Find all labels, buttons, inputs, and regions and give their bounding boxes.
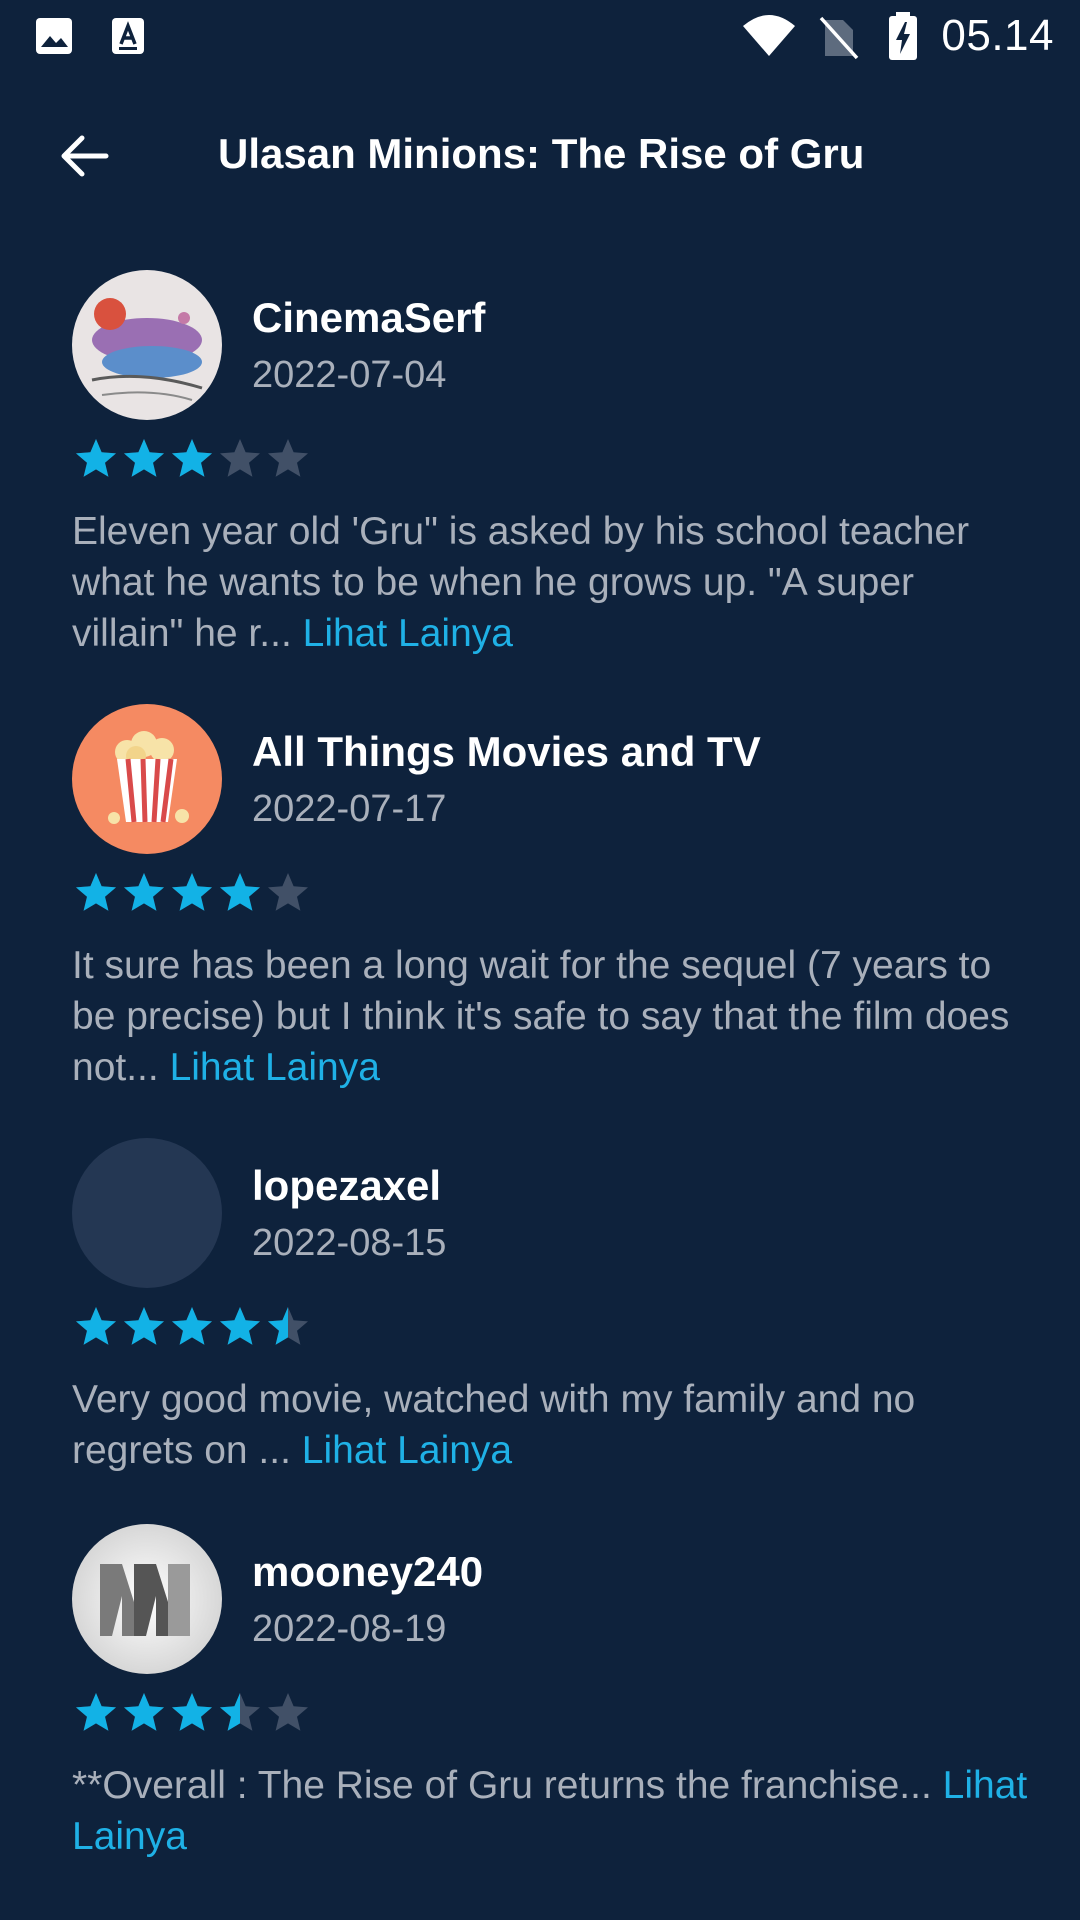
star-filled-icon: [220, 873, 260, 911]
review-date: 2022-07-04: [252, 354, 447, 396]
status-time: 05.14: [941, 11, 1054, 60]
star-filled-icon: [124, 873, 164, 911]
read-more-link[interactable]: Lihat Lainya: [302, 1429, 512, 1472]
rating-stars: [72, 870, 312, 914]
review-date: 2022-07-17: [252, 788, 447, 830]
star-filled-icon: [76, 1307, 116, 1345]
review-text: Very good movie, watched with my family …: [72, 1374, 1032, 1476]
mm-logo-avatar: [72, 1524, 222, 1674]
star-filled-icon: [124, 439, 164, 477]
star-empty-icon: [268, 873, 308, 911]
star-empty-icon: [268, 439, 308, 477]
star-half-icon: [220, 1693, 260, 1731]
image-icon: [36, 18, 72, 54]
review-date: 2022-08-19: [252, 1608, 447, 1650]
status-left-icons: [34, 16, 146, 56]
review-text: Eleven year old 'Gru" is asked by his sc…: [72, 506, 1032, 659]
star-filled-icon: [124, 1307, 164, 1345]
star-empty-icon: [268, 1693, 308, 1731]
star-filled-icon: [76, 1693, 116, 1731]
read-more-link[interactable]: Lihat Lainya: [303, 612, 513, 655]
star-filled-icon: [172, 1307, 212, 1345]
review-item: CinemaSerf 2022-07-04 Eleven year old 'G…: [72, 270, 1032, 670]
star-filled-icon: [172, 1693, 212, 1731]
painting-avatar: [72, 270, 222, 420]
status-right-icons: 05.14: [741, 10, 1054, 62]
star-filled-icon: [172, 873, 212, 911]
author-name: All Things Movies and TV: [252, 728, 761, 775]
review-item: All Things Movies and TV 2022-07-17 It s…: [72, 704, 1032, 1104]
review-text: **Overall : The Rise of Gru returns the …: [72, 1760, 1032, 1862]
review-text: It sure has been a long wait for the seq…: [72, 940, 1032, 1093]
arrow-left-icon: [61, 135, 109, 177]
star-half-icon: [268, 1307, 308, 1345]
review-body: Eleven year old 'Gru" is asked by his sc…: [72, 510, 970, 655]
author-name: mooney240: [252, 1548, 484, 1595]
back-button[interactable]: [48, 124, 120, 188]
text-a-icon: [112, 18, 144, 54]
no-sim-icon: [820, 16, 859, 60]
star-filled-icon: [124, 1693, 164, 1731]
review-item: lopezaxel 2022-08-15 Very good movie, wa…: [72, 1138, 1032, 1498]
star-filled-icon: [172, 439, 212, 477]
author-name: lopezaxel: [252, 1162, 442, 1209]
read-more-link[interactable]: Lihat Lainya: [170, 1046, 380, 1089]
review-body: **Overall : The Rise of Gru returns the …: [72, 1764, 932, 1807]
status-bar: 05.14: [0, 0, 1080, 72]
author-name: CinemaSerf: [252, 294, 486, 341]
star-empty-icon: [220, 439, 260, 477]
review-item: mooney240 2022-08-19 **Overall : The Ris…: [72, 1524, 1032, 1884]
review-date: 2022-08-15: [252, 1222, 447, 1264]
star-filled-icon: [76, 439, 116, 477]
rating-stars: [72, 436, 312, 480]
wifi-icon: [743, 15, 796, 56]
app-bar: Ulasan Minions: The Rise of Gru: [0, 100, 1080, 212]
popcorn-avatar: [72, 704, 222, 854]
star-filled-icon: [76, 873, 116, 911]
empty-avatar: [72, 1138, 222, 1288]
reviews-screen: 05.14 Ulasan Minions: The Rise of Gru Ci…: [0, 0, 1080, 1920]
battery-charging-icon: [889, 12, 918, 60]
rating-stars: [72, 1690, 312, 1734]
rating-stars: [72, 1304, 312, 1348]
star-filled-icon: [220, 1307, 260, 1345]
page-title: Ulasan Minions: The Rise of Gru: [218, 130, 865, 177]
